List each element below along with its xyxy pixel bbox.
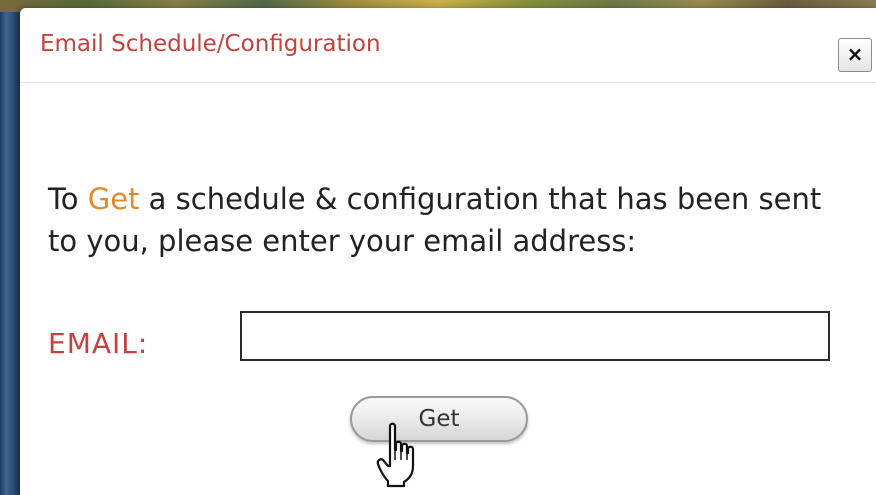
instructions-text: To Get a schedule & configuration that h… xyxy=(48,178,848,262)
dialog-titlebar: Email Schedule/Configuration × xyxy=(20,8,876,83)
dialog-title: Email Schedule/Configuration xyxy=(40,31,381,57)
instructions-before: To xyxy=(48,182,88,216)
email-label: EMAIL: xyxy=(48,327,149,360)
close-button[interactable]: × xyxy=(838,38,872,72)
close-icon: × xyxy=(846,42,864,66)
email-field[interactable] xyxy=(240,311,830,361)
hand-pointer-icon xyxy=(376,422,415,488)
email-schedule-dialog: Email Schedule/Configuration × To Get a … xyxy=(20,8,876,495)
instructions-highlight: Get xyxy=(87,182,140,216)
instructions-after: a schedule & configuration that has been… xyxy=(48,182,822,258)
